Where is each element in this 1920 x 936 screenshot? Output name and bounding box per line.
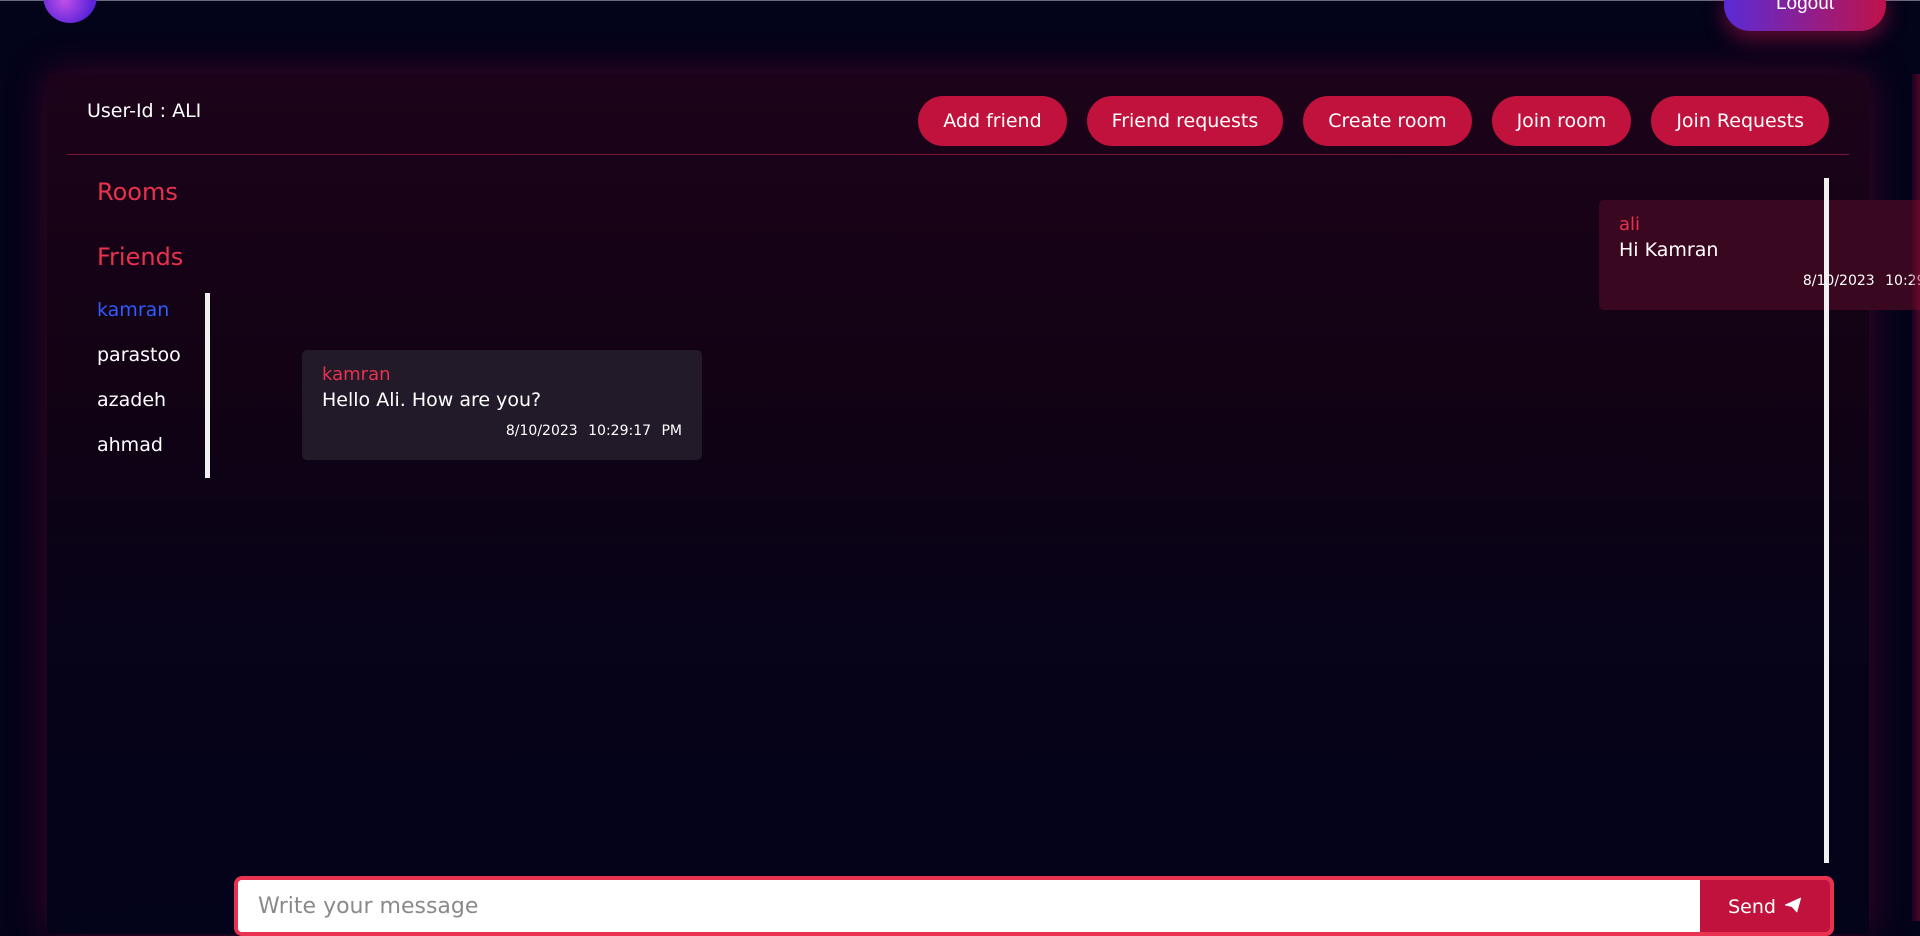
message-text: Hello Ali. How are you? bbox=[322, 389, 542, 411]
friend-item-azadeh[interactable]: azadeh bbox=[97, 387, 205, 432]
friends-list: kamran parastoo azadeh ahmad bbox=[97, 293, 210, 478]
message-sender: ali bbox=[1619, 214, 1641, 235]
friend-item-kamran[interactable]: kamran bbox=[97, 297, 205, 342]
top-navbar: Logout bbox=[0, 0, 1920, 74]
message-date: 8/10/2023 bbox=[1802, 273, 1875, 289]
message-bubble-sent: ali Hi Kamran 8/10/2023 10:29:01 PM bbox=[1599, 200, 1920, 310]
create-room-button[interactable]: Create room bbox=[1303, 96, 1472, 146]
send-button-label: Send bbox=[1728, 896, 1776, 918]
friend-requests-button[interactable]: Friend requests bbox=[1086, 96, 1284, 146]
window-edge bbox=[1912, 74, 1920, 921]
join-room-button[interactable]: Join room bbox=[1491, 96, 1632, 146]
chat-logo-icon[interactable] bbox=[43, 0, 97, 23]
add-friend-button[interactable]: Add friend bbox=[918, 96, 1067, 146]
sidebar: Rooms Friends kamran parastoo azadeh ahm… bbox=[97, 178, 217, 478]
message-input[interactable] bbox=[238, 880, 1700, 932]
send-button[interactable]: Send bbox=[1700, 880, 1830, 932]
logout-button[interactable]: Logout bbox=[1724, 0, 1886, 31]
header-actions: Add friend Friend requests Create room J… bbox=[918, 96, 1829, 146]
message-list-scrollbar[interactable] bbox=[1824, 178, 1829, 863]
chat-panel: User-Id : ALI Add friend Friend requests… bbox=[47, 74, 1920, 936]
message-timestamp: 8/10/2023 10:29:17 PM bbox=[322, 423, 682, 439]
friend-item-ahmad[interactable]: ahmad bbox=[97, 432, 205, 472]
message-text: Hi Kamran bbox=[1619, 239, 1719, 261]
header-divider bbox=[67, 154, 1849, 155]
message-time: 10:29:17 PM bbox=[588, 423, 682, 439]
message-bubble-received: kamran Hello Ali. How are you? 8/10/2023… bbox=[302, 350, 702, 460]
friend-item-parastoo[interactable]: parastoo bbox=[97, 342, 205, 387]
message-composer: Send bbox=[234, 876, 1834, 936]
friends-heading[interactable]: Friends bbox=[97, 243, 217, 271]
message-date: 8/10/2023 bbox=[505, 423, 578, 439]
message-timestamp: 8/10/2023 10:29:01 PM bbox=[1619, 273, 1920, 289]
message-sender: kamran bbox=[322, 364, 391, 385]
join-requests-button[interactable]: Join Requests bbox=[1651, 96, 1829, 146]
user-id-label: User-Id : ALI bbox=[87, 100, 202, 122]
paper-plane-icon bbox=[1784, 896, 1802, 919]
rooms-heading[interactable]: Rooms bbox=[97, 178, 217, 206]
message-list: ali Hi Kamran 8/10/2023 10:29:01 PM kamr… bbox=[242, 178, 1920, 863]
